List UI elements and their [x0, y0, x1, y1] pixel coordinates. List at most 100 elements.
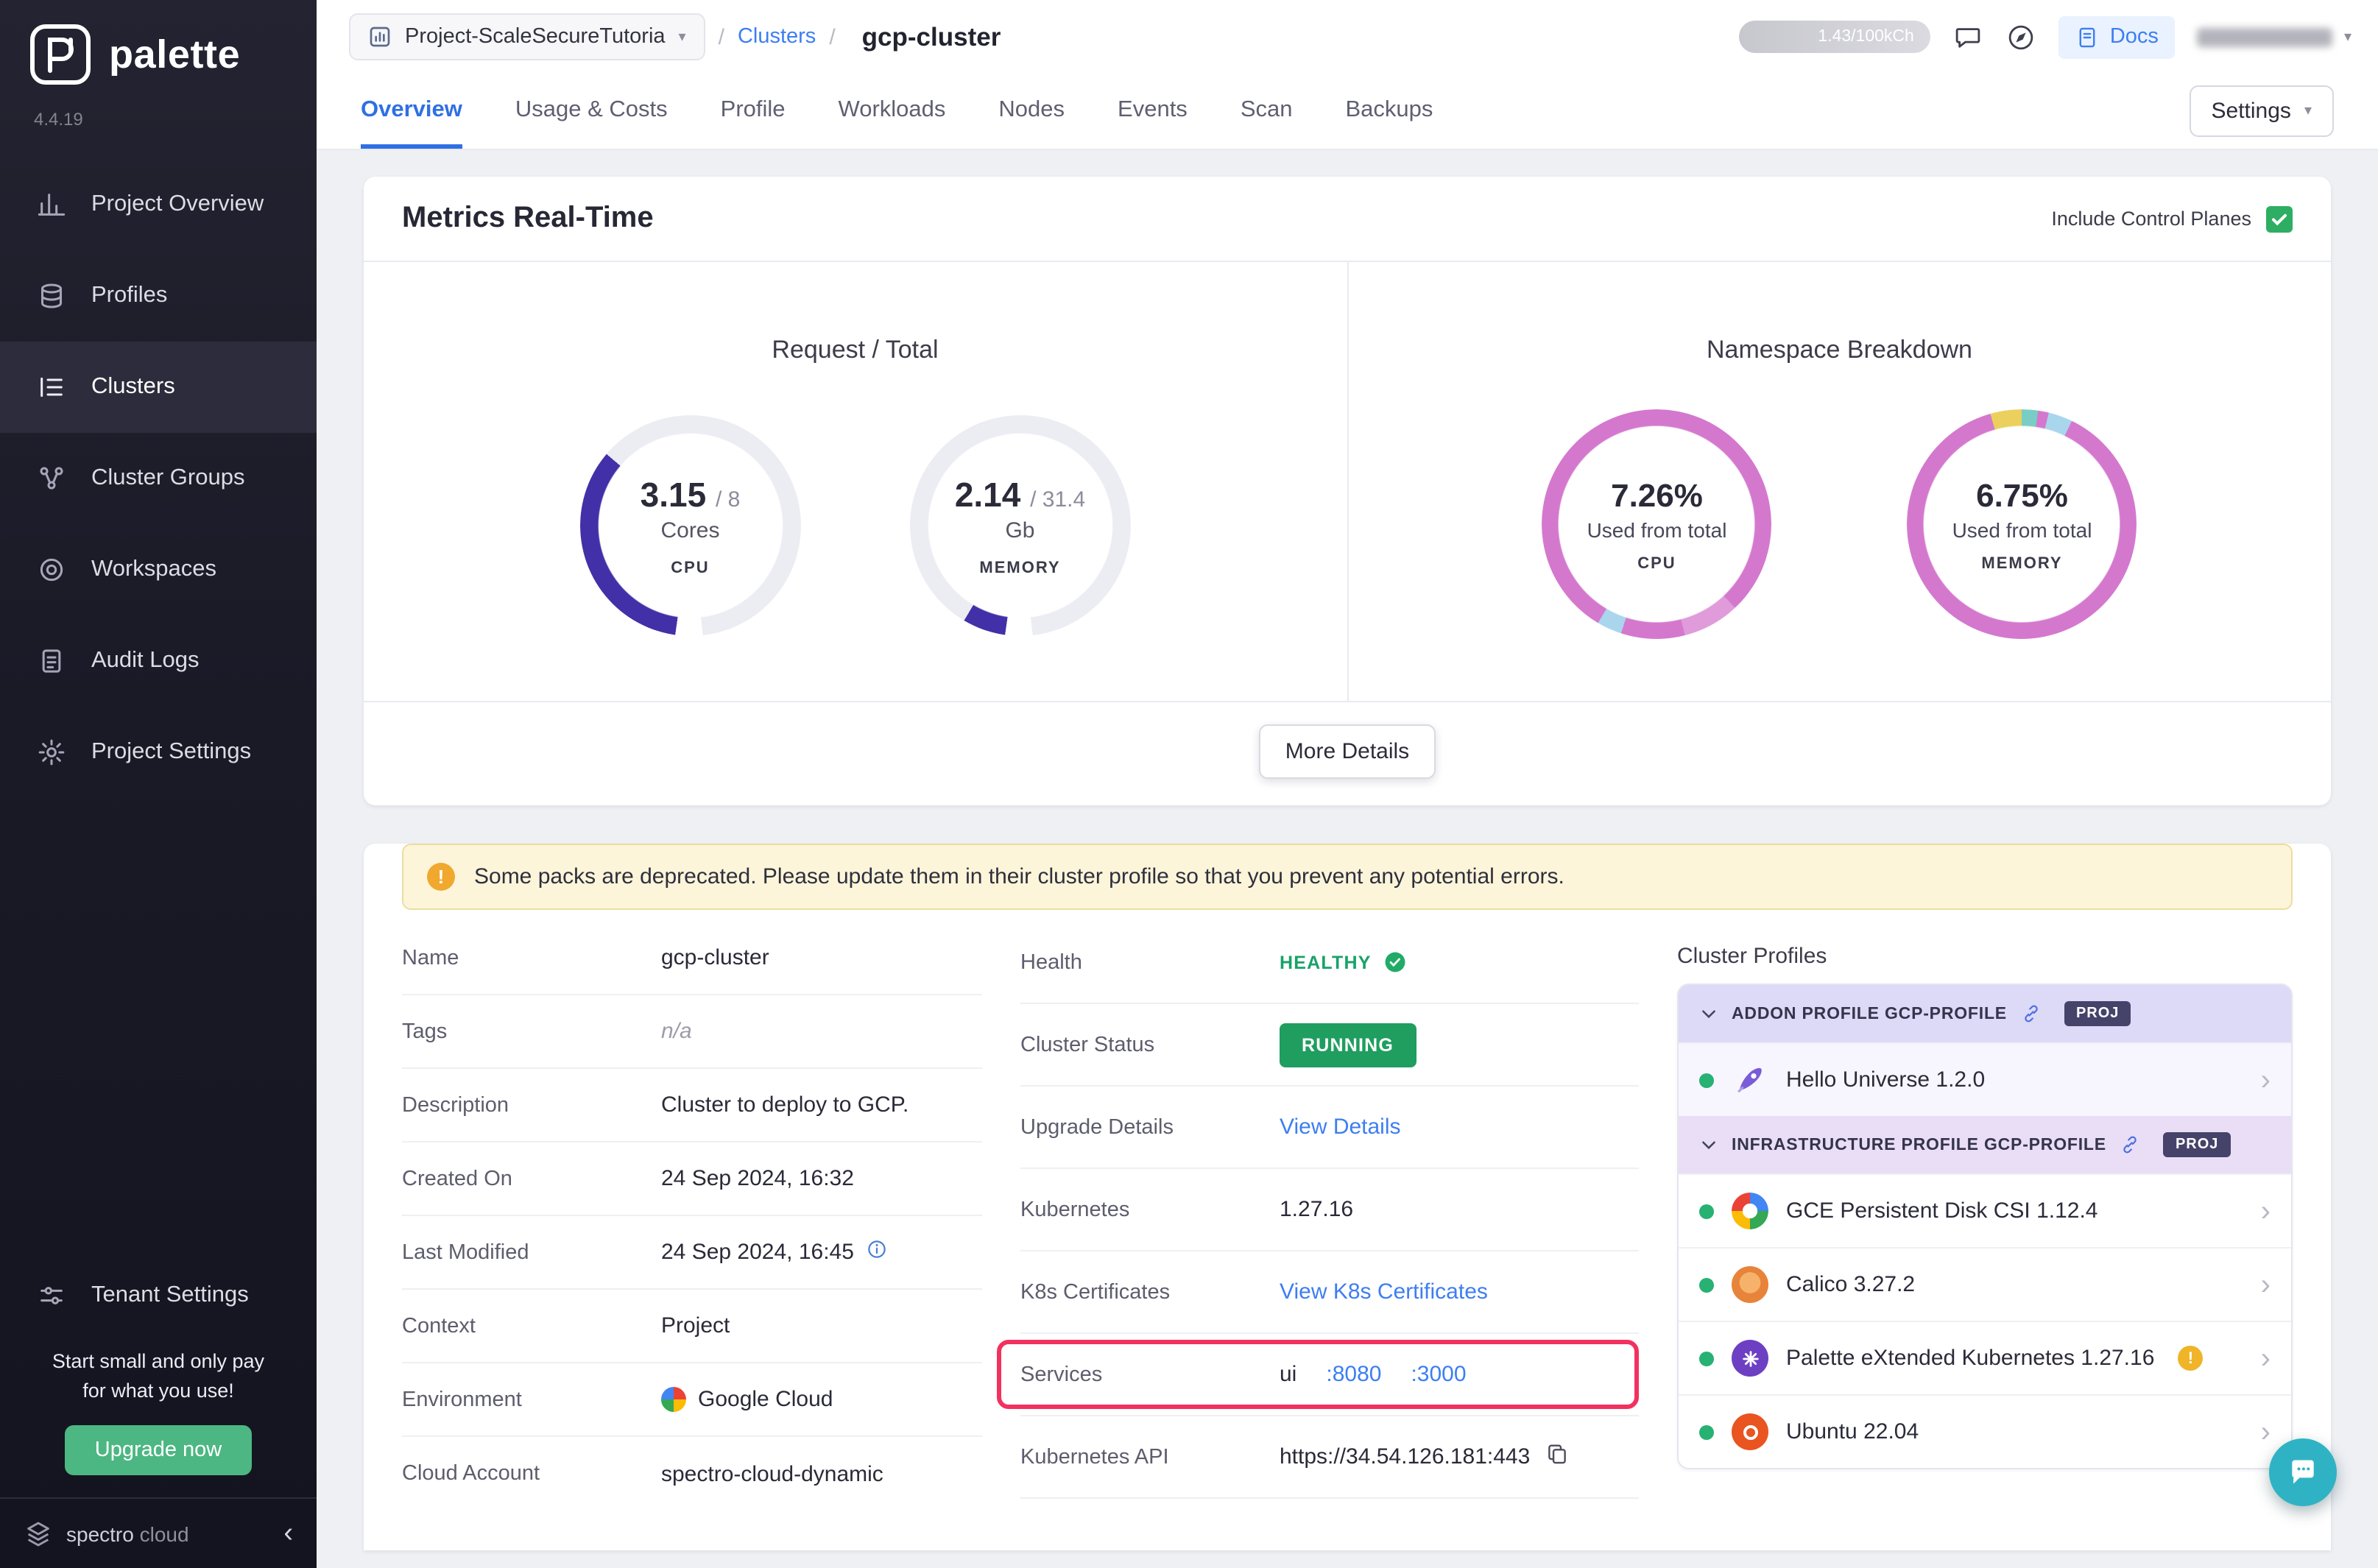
row-label: Cloud Account	[402, 1462, 661, 1486]
tab-backups[interactable]: Backups	[1346, 74, 1433, 149]
sidebar-item-tenant-settings[interactable]: Tenant Settings	[0, 1255, 317, 1335]
memory-gauge: 2.14 / 31.4 Gb MEMORY	[910, 415, 1131, 636]
project-selector[interactable]: Project-ScaleSecureTutoria ▾	[349, 13, 705, 60]
metrics-charts: Request / Total 3.15 / 8 Cores CPU	[364, 262, 2331, 701]
row-value: 24 Sep 2024, 16:32	[661, 1166, 854, 1191]
check-circle-icon	[1383, 950, 1408, 975]
service-port-8080-link[interactable]: :8080	[1326, 1362, 1381, 1387]
status-row-health: Health HEALTHY	[1020, 922, 1639, 1004]
api-endpoint: https://34.54.126.181:443	[1280, 1444, 1530, 1469]
cluster-tabs: Overview Usage & Costs Profile Workloads…	[317, 74, 2378, 150]
sidebar-item-label: Project Overview	[91, 191, 264, 218]
breadcrumb-clusters-link[interactable]: Clusters	[738, 25, 816, 49]
metrics-title: Metrics Real-Time	[402, 202, 654, 236]
clusters-list-icon	[37, 372, 66, 402]
include-control-planes-checkbox[interactable]	[2266, 205, 2293, 232]
chevron-right-icon: ›	[2261, 1196, 2271, 1226]
more-details-button[interactable]: More Details	[1259, 724, 1436, 779]
cluster-profiles-box: ADDON PROFILE GCP-PROFILE PROJ Hello Uni…	[1677, 983, 2293, 1469]
sidebar-item-label: Clusters	[91, 374, 175, 400]
tab-nodes[interactable]: Nodes	[998, 74, 1065, 149]
link-icon[interactable]	[2120, 1134, 2142, 1156]
include-control-planes: Include Control Planes	[2051, 205, 2293, 232]
row-value: spectro-cloud-dynamic	[661, 1461, 883, 1486]
settings-dropdown-button[interactable]: Settings ▾	[2190, 85, 2334, 137]
status-row-kubernetes: Kubernetes 1.27.16	[1020, 1169, 1639, 1251]
pack-warning-icon: !	[2178, 1346, 2203, 1371]
view-details-link[interactable]: View Details	[1280, 1115, 1401, 1140]
user-name-redacted	[2197, 27, 2332, 46]
pack-row-gce-csi[interactable]: GCE Persistent Disk CSI 1.12.4 ›	[1679, 1173, 2291, 1247]
pack-status-dot	[1699, 1073, 1714, 1087]
project-chart-icon	[368, 25, 392, 49]
row-value: Google Cloud	[698, 1387, 833, 1412]
status-row-cluster-status: Cluster Status RUNNING	[1020, 1004, 1639, 1087]
sidebar-collapse-icon[interactable]: ‹	[283, 1519, 293, 1547]
pack-name: Ubuntu 22.04	[1786, 1419, 1919, 1444]
copy-icon[interactable]	[1545, 1441, 1570, 1473]
sidebar-item-profiles[interactable]: Profiles	[0, 250, 317, 342]
sidebar-item-audit-logs[interactable]: Audit Logs	[0, 615, 317, 707]
user-menu[interactable]: ▾	[2197, 27, 2351, 46]
row-label: Description	[402, 1093, 661, 1117]
warning-icon: !	[427, 863, 455, 891]
cluster-profiles-column: Cluster Profiles ADDON PROFILE GCP-PROFI…	[1677, 922, 2293, 1511]
tab-workloads[interactable]: Workloads	[839, 74, 946, 149]
memory-total: / 31.4	[1030, 487, 1085, 512]
status-row-certificates: K8s Certificates View K8s Certificates	[1020, 1251, 1639, 1334]
tab-events[interactable]: Events	[1118, 74, 1188, 149]
tab-overview[interactable]: Overview	[361, 74, 462, 149]
docs-button[interactable]: Docs	[2058, 15, 2175, 58]
compass-icon[interactable]	[2005, 21, 2036, 52]
audit-log-icon	[37, 646, 66, 676]
info-icon[interactable]	[866, 1238, 888, 1266]
upgrade-now-button[interactable]: Upgrade now	[66, 1425, 252, 1475]
sidebar-item-project-settings[interactable]: Project Settings	[0, 707, 317, 798]
deprecation-warning-banner: ! Some packs are deprecated. Please upda…	[402, 844, 2293, 910]
link-icon[interactable]	[2020, 1003, 2042, 1025]
tab-scan[interactable]: Scan	[1241, 74, 1293, 149]
row-label: Cluster Status	[1020, 1033, 1280, 1056]
page-title: gcp-cluster	[862, 21, 1001, 52]
tab-usage-costs[interactable]: Usage & Costs	[515, 74, 668, 149]
pack-name: GCE Persistent Disk CSI 1.12.4	[1786, 1198, 2098, 1223]
cpu-metric-label: CPU	[671, 559, 709, 576]
info-row-name: Name gcp-cluster	[402, 922, 982, 995]
chevron-down-icon: ▾	[2344, 29, 2351, 45]
pack-row-palette-extended-kubernetes[interactable]: Palette eXtended Kubernetes 1.27.16 ! ›	[1679, 1321, 2291, 1394]
sidebar-item-label: Profiles	[91, 283, 167, 309]
health-status: HEALTHY	[1280, 950, 1408, 975]
sidebar-item-clusters[interactable]: Clusters	[0, 342, 317, 433]
chevron-down-icon: ▾	[679, 29, 686, 45]
service-port-3000-link[interactable]: :3000	[1411, 1362, 1466, 1387]
running-status-badge: RUNNING	[1280, 1023, 1416, 1067]
namespace-cpu-donut: 7.26% Used from total CPU	[1542, 409, 1772, 639]
palette-logo[interactable]: palette	[0, 0, 317, 85]
addon-profile-header[interactable]: ADDON PROFILE GCP-PROFILE PROJ	[1679, 985, 2291, 1042]
view-certificates-link[interactable]: View K8s Certificates	[1280, 1279, 1488, 1304]
cpu-used: 3.15	[641, 475, 707, 513]
metrics-card-header: Metrics Real-Time Include Control Planes	[364, 177, 2331, 262]
chevron-right-icon: ›	[2261, 1417, 2271, 1447]
sidebar-nav: Project Overview Profiles Clusters Clust…	[0, 159, 317, 798]
calico-icon	[1732, 1266, 1768, 1303]
sidebar-item-project-overview[interactable]: Project Overview	[0, 159, 317, 250]
row-label: Upgrade Details	[1020, 1115, 1280, 1139]
layers-icon	[37, 281, 66, 311]
sidebar-item-label: Workspaces	[91, 557, 216, 583]
infrastructure-profile-header[interactable]: INFRASTRUCTURE PROFILE GCP-PROFILE PROJ	[1679, 1116, 2291, 1173]
namespace-memory-donut: 6.75% Used from total MEMORY	[1908, 409, 2137, 639]
sidebar-item-label: Project Settings	[91, 739, 251, 766]
cpu-unit: Cores	[660, 518, 719, 543]
support-chat-fab[interactable]	[2269, 1438, 2337, 1506]
pack-row-calico[interactable]: Calico 3.27.2 ›	[1679, 1247, 2291, 1321]
cluster-info-column: Name gcp-cluster Tags n/a Description Cl…	[402, 922, 982, 1511]
tab-profile[interactable]: Profile	[721, 74, 786, 149]
pack-row-hello-universe[interactable]: Hello Universe 1.2.0 ›	[1679, 1042, 2291, 1116]
overview-columns: Name gcp-cluster Tags n/a Description Cl…	[364, 922, 2331, 1511]
sidebar-item-workspaces[interactable]: Workspaces	[0, 524, 317, 615]
sidebar-item-cluster-groups[interactable]: Cluster Groups	[0, 433, 317, 524]
chat-icon[interactable]	[1952, 21, 1983, 52]
pack-row-ubuntu[interactable]: Ubuntu 22.04 ›	[1679, 1394, 2291, 1468]
namespace-memory-caption: Used from total	[1952, 518, 2092, 541]
